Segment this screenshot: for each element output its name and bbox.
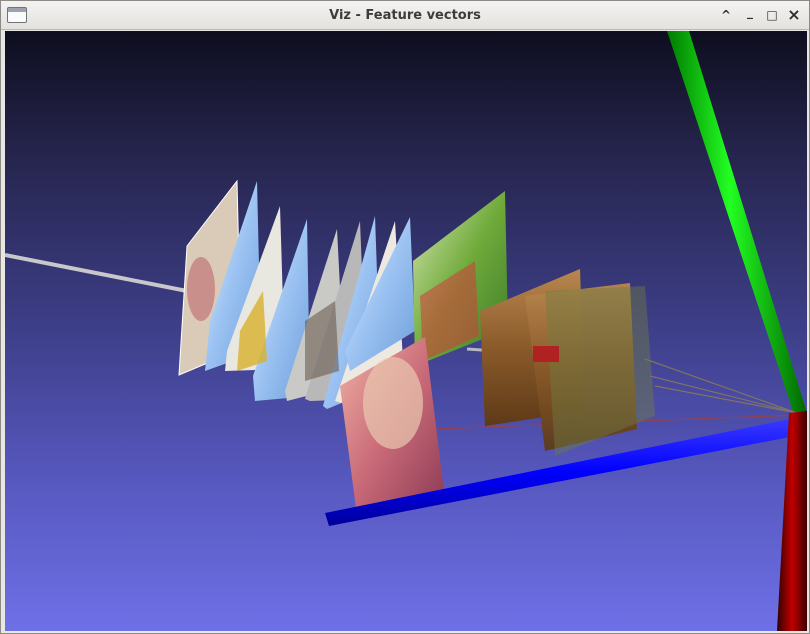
minimize-button[interactable]: _ (741, 3, 759, 21)
close-button[interactable]: × (785, 6, 803, 24)
z-axis (777, 411, 807, 631)
app-window: Viz - Feature vectors ^ _ □ × (0, 0, 810, 634)
window-title: Viz - Feature vectors (329, 8, 481, 23)
chevron-up-icon[interactable]: ^ (717, 6, 735, 24)
3d-viewport[interactable] (5, 31, 807, 631)
scene-canvas[interactable] (5, 31, 807, 631)
connector-line (5, 253, 188, 293)
y-axis (667, 31, 807, 417)
title-bar[interactable]: Viz - Feature vectors ^ _ □ × (1, 1, 809, 30)
maximize-button[interactable]: □ (763, 6, 781, 24)
